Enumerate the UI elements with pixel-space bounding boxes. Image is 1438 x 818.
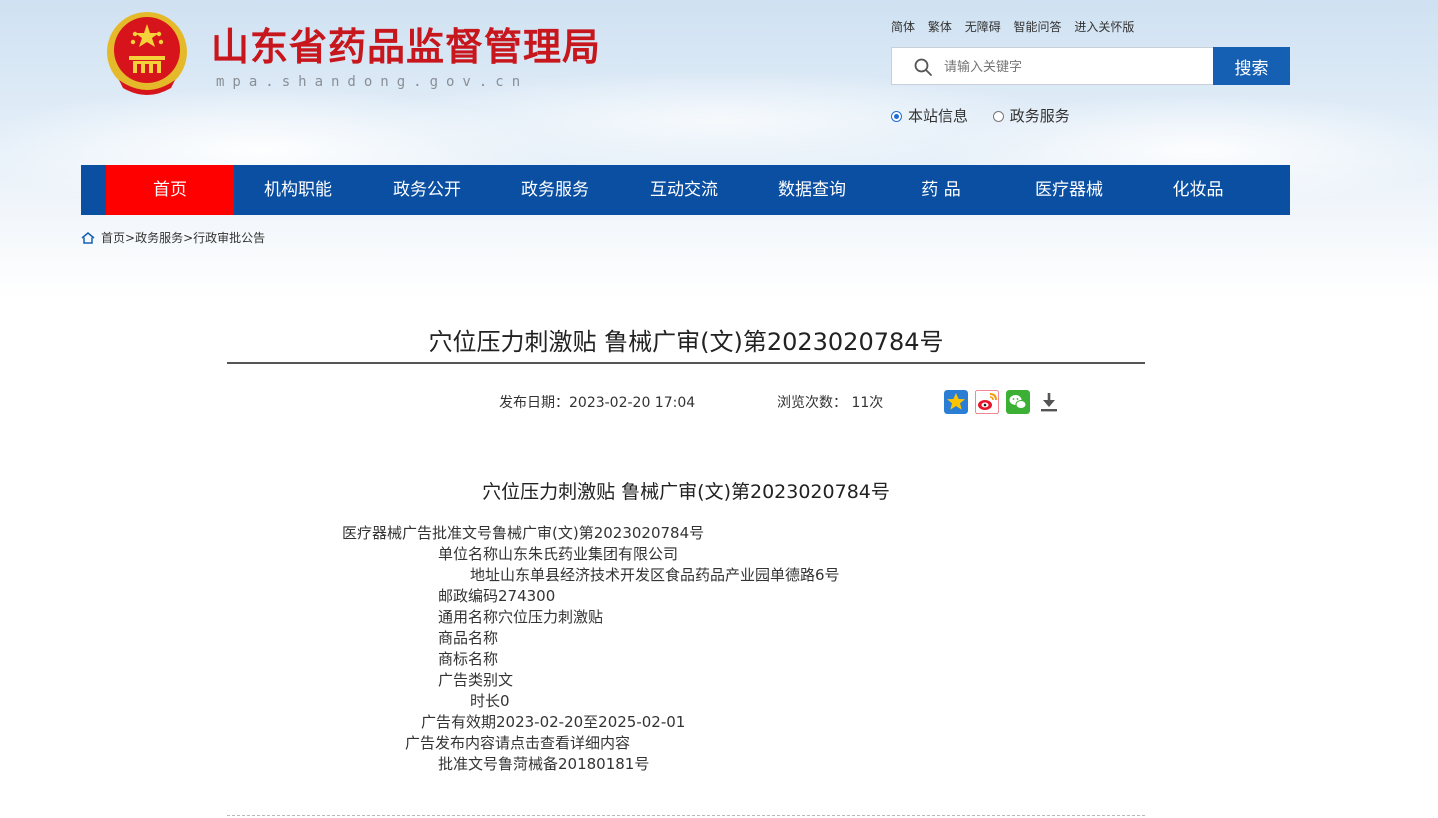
field-ad-category: 广告类别文 <box>438 671 514 689</box>
main-nav: 首页 机构职能 政务公开 政务服务 互动交流 数据查询 药 品 医疗器械 化妆品 <box>81 165 1290 215</box>
nav-item-home[interactable]: 首页 <box>106 165 234 215</box>
favorite-icon[interactable] <box>944 390 968 414</box>
search-button[interactable]: 搜索 <box>1213 47 1290 85</box>
nav-item-medical-devices[interactable]: 医疗器械 <box>1005 165 1133 215</box>
field-generic-name: 通用名称穴位压力刺激贴 <box>438 608 604 626</box>
home-icon <box>81 232 95 244</box>
wechat-icon[interactable] <box>1006 390 1030 414</box>
scope-option-services[interactable]: 政务服务 <box>992 105 1070 126</box>
top-link-traditional[interactable]: 繁体 <box>928 20 952 34</box>
site-title[interactable]: 山东省药品监督管理局 <box>211 16 601 71</box>
content-divider <box>227 815 1145 816</box>
search-input[interactable] <box>942 54 1206 80</box>
breadcrumb-home[interactable]: 首页 <box>101 231 125 245</box>
top-link-accessibility[interactable]: 无障碍 <box>965 20 1001 34</box>
field-product-name: 商品名称 <box>438 629 499 647</box>
nav-item-drugs[interactable]: 药 品 <box>877 165 1005 215</box>
nav-item-gov-affairs[interactable]: 政务公开 <box>363 165 491 215</box>
breadcrumb-separator: > <box>183 231 194 245</box>
search-box <box>891 47 1213 85</box>
field-approval-number: 医疗器械广告批准文号鲁械广审(文)第2023020784号 <box>342 524 705 542</box>
field-postal-code: 邮政编码274300 <box>438 587 556 605</box>
nav-item-interaction[interactable]: 互动交流 <box>620 165 748 215</box>
top-links: 简体 繁体 无障碍 智能问答 进入关怀版 <box>891 18 1143 35</box>
publish-date: 发布日期：2023-02-20 17:04 <box>499 395 696 411</box>
national-emblem-icon <box>107 12 187 95</box>
search-icon <box>914 58 932 76</box>
field-trademark-name: 商标名称 <box>438 650 499 668</box>
scope-option-label: 政务服务 <box>1009 107 1070 125</box>
breadcrumb-separator: > <box>125 231 136 245</box>
top-link-elderly-mode[interactable]: 进入关怀版 <box>1074 20 1134 34</box>
title-divider <box>227 362 1145 364</box>
top-link-smart-qa[interactable]: 智能问答 <box>1014 20 1062 34</box>
nav-item-gov-services[interactable]: 政务服务 <box>491 165 619 215</box>
nav-item-organization[interactable]: 机构职能 <box>234 165 362 215</box>
scope-option-site[interactable]: 本站信息 <box>891 105 968 126</box>
content-title: 穴位压力刺激贴 鲁械广审(文)第2023020784号 <box>482 481 890 503</box>
nav-item-cosmetics[interactable]: 化妆品 <box>1134 165 1262 215</box>
top-link-simplified[interactable]: 简体 <box>891 20 915 34</box>
field-company-name: 单位名称山东朱氏药业集团有限公司 <box>438 545 679 563</box>
weibo-icon[interactable] <box>975 390 999 414</box>
article-title: 穴位压力刺激贴 鲁械广审(文)第2023020784号 <box>428 328 944 356</box>
view-count: 浏览次数： 11次 <box>777 395 884 411</box>
breadcrumb: 首页>政务服务>行政审批公告 <box>81 229 265 246</box>
radio-unselected-icon[interactable] <box>992 111 1004 122</box>
nav-item-data-query[interactable]: 数据查询 <box>748 165 876 215</box>
site-domain: mpa.shandong.gov.cn <box>216 74 529 90</box>
scope-option-label: 本站信息 <box>908 107 969 125</box>
field-ad-content[interactable]: 广告发布内容请点击查看详细内容 <box>405 733 630 753</box>
field-address: 地址山东单县经济技术开发区食品药品产业园单德路6号 <box>470 566 840 584</box>
field-validity-period: 广告有效期2023-02-20至2025-02-01 <box>421 713 686 731</box>
breadcrumb-approval-notice[interactable]: 行政审批公告 <box>193 231 265 245</box>
field-record-number: 批准文号鲁菏械备20180181号 <box>438 755 650 773</box>
radio-selected-icon[interactable] <box>891 111 902 122</box>
breadcrumb-gov-services[interactable]: 政务服务 <box>135 231 183 245</box>
field-duration: 时长0 <box>470 692 510 710</box>
download-icon[interactable] <box>1037 390 1061 414</box>
search-scope: 本站信息 政务服务 <box>891 105 1090 126</box>
